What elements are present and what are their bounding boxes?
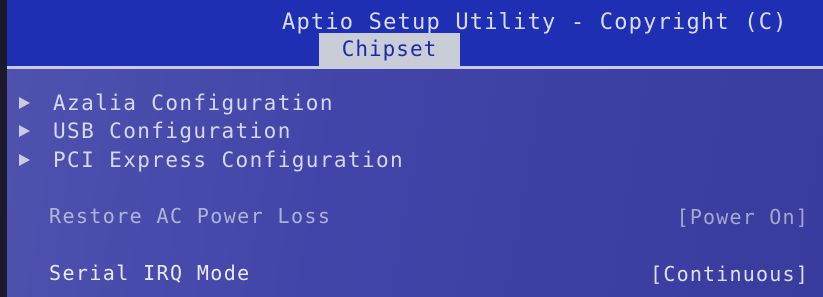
chipset-menu-body: Azalia Configuration USB Configuration P…: [7, 69, 823, 297]
serial-irq-mode-value[interactable]: [Continuous]: [650, 262, 809, 286]
submenu-arrow-icon: [19, 125, 30, 137]
submenu-arrow-icon: [19, 154, 30, 166]
screen-bezel: [0, 0, 7, 297]
bios-header: Aptio Setup Utility - Copyright (C) Chip…: [7, 0, 823, 66]
serial-irq-mode-label[interactable]: Serial IRQ Mode: [49, 261, 251, 285]
bios-title: Aptio Setup Utility - Copyright (C): [282, 10, 788, 35]
submenu-arrow-icon: [19, 97, 30, 109]
bios-screen: Aptio Setup Utility - Copyright (C) Chip…: [0, 0, 823, 297]
menu-item-label: Azalia Configuration: [53, 91, 334, 115]
menu-item-label: PCI Express Configuration: [53, 148, 405, 172]
tab-chipset[interactable]: Chipset: [319, 33, 460, 66]
restore-ac-power-loss-value: [Power On]: [676, 205, 809, 229]
restore-ac-power-loss-label: Restore AC Power Loss: [49, 204, 332, 228]
menu-item-label: USB Configuration: [53, 119, 292, 143]
